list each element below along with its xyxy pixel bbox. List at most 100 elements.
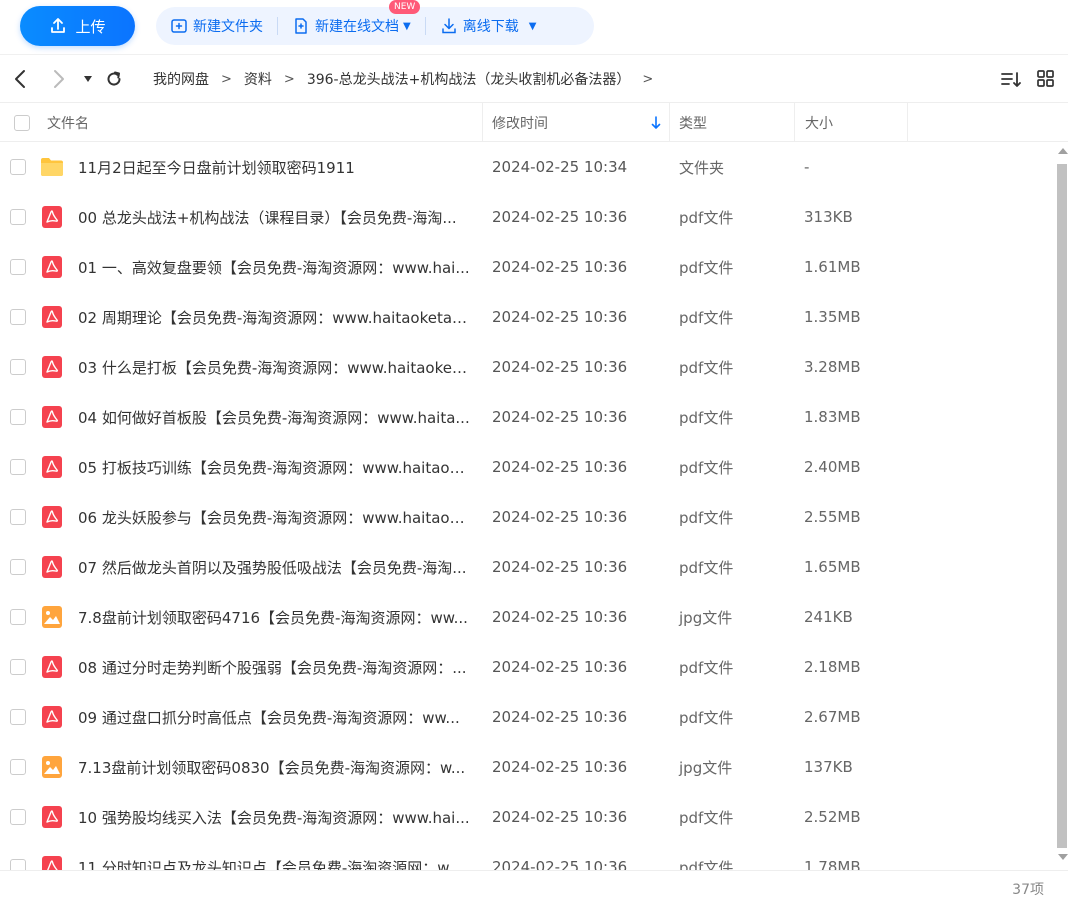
file-row[interactable]: 02 周期理论【会员免费-海淘资源网：www.haitaoketan... 202… (0, 292, 1056, 342)
row-checkbox[interactable] (10, 809, 26, 825)
row-checkbox[interactable] (10, 459, 26, 475)
row-checkbox[interactable] (10, 359, 26, 375)
breadcrumb-item[interactable]: 396-总龙头战法+机构战法（龙头收割机必备法器） (307, 69, 631, 89)
file-type: jpg文件 (679, 608, 733, 627)
new-badge: NEW (389, 0, 421, 14)
file-size: 137KB (804, 758, 853, 776)
file-name-text: 11 分时知识点及龙头知识点【会员免费-海淘资源网：w... (78, 858, 463, 871)
pdf-icon (40, 655, 64, 679)
status-footer: 37项 (0, 870, 1068, 899)
row-checkbox[interactable] (10, 859, 26, 870)
file-size: 2.40MB (804, 458, 861, 476)
file-name[interactable]: 04 如何做好首板股【会员免费-海淘资源网：www.haita... (78, 392, 470, 442)
row-checkbox[interactable] (10, 609, 26, 625)
file-name[interactable]: 08 通过分时走势判断个股强弱【会员免费-海淘资源网：... (78, 642, 470, 692)
file-row[interactable]: 03 什么是打板【会员免费-海淘资源网：www.haitaoket... 2024… (0, 342, 1056, 392)
row-checkbox[interactable] (10, 309, 26, 325)
caret-down-icon (84, 76, 92, 82)
scrollbar-thumb[interactable] (1057, 164, 1067, 848)
file-name[interactable]: 06 龙头妖股参与【会员免费-海淘资源网：www.haitaok... (78, 492, 470, 542)
checkbox[interactable] (14, 114, 30, 131)
file-name-text: 7.13盘前计划领取密码0830【会员免费-海淘资源网：w... (78, 758, 466, 777)
header-modified[interactable]: 修改时间 (492, 103, 548, 142)
file-row[interactable]: 09 通过盘口抓分时高低点【会员免费-海淘资源网：ww... 2024-02-25… (0, 692, 1056, 742)
pdf-icon (40, 405, 64, 429)
grid-view-button[interactable] (1036, 69, 1058, 91)
image-icon (40, 755, 64, 779)
file-row[interactable]: 00 总龙头战法+机构战法（课程目录）【会员免费-海淘... 2024-02-25… (0, 192, 1056, 242)
file-size: - (804, 158, 810, 176)
file-name[interactable]: 07 然后做龙头首阴以及强势股低吸战法【会员免费-海淘... (78, 542, 470, 592)
file-name[interactable]: 01 一、高效复盘要领【会员免费-海淘资源网：www.hai... (78, 242, 470, 292)
file-row[interactable]: 07 然后做龙头首阴以及强势股低吸战法【会员免费-海淘... 2024-02-25… (0, 542, 1056, 592)
row-checkbox[interactable] (10, 559, 26, 575)
header-name[interactable]: 文件名 (47, 103, 89, 142)
back-button[interactable] (8, 67, 32, 91)
pdf-icon (40, 505, 64, 529)
refresh-button[interactable] (102, 67, 126, 91)
file-name-text: 08 通过分时走势判断个股强弱【会员免费-海淘资源网：... (78, 658, 467, 677)
file-row[interactable]: 05 打板技巧训练【会员免费-海淘资源网：www.haitaok... 2024-… (0, 442, 1056, 492)
file-name-text: 7.8盘前计划领取密码4716【会员免费-海淘资源网：ww... (78, 608, 468, 627)
breadcrumb-item[interactable]: 我的网盘 (153, 69, 209, 89)
file-modified-time: 2024-02-25 10:36 (492, 808, 628, 826)
file-row[interactable]: 11月2日起至今日盘前计划领取密码1911 2024-02-25 10:34 文件夹… (0, 142, 1056, 192)
header-size[interactable]: 大小 (805, 103, 833, 142)
file-row[interactable]: 01 一、高效复盘要领【会员免费-海淘资源网：www.hai... 2024-02… (0, 242, 1056, 292)
offline-download-button[interactable]: 离线下载 ▼ (426, 7, 551, 45)
file-modified-time: 2024-02-25 10:36 (492, 658, 628, 676)
file-list: 11月2日起至今日盘前计划领取密码1911 2024-02-25 10:34 文件夹… (0, 142, 1056, 870)
file-name[interactable]: 00 总龙头战法+机构战法（课程目录）【会员免费-海淘... (78, 192, 470, 242)
file-type: pdf文件 (679, 508, 734, 527)
row-checkbox[interactable] (10, 759, 26, 775)
row-checkbox[interactable] (10, 709, 26, 725)
row-checkbox[interactable] (10, 209, 26, 225)
file-row[interactable]: 11 分时知识点及龙头知识点【会员免费-海淘资源网：w... 2024-02-25… (0, 842, 1056, 870)
scroll-up-arrow-icon[interactable] (1058, 148, 1068, 154)
breadcrumb-item[interactable]: 资料 (244, 69, 272, 89)
new-folder-button[interactable]: 新建文件夹 (156, 7, 277, 45)
file-name[interactable]: 02 周期理论【会员免费-海淘资源网：www.haitaoketan... (78, 292, 470, 342)
pdf-icon (40, 555, 64, 579)
file-name[interactable]: 05 打板技巧训练【会员免费-海淘资源网：www.haitaok... (78, 442, 470, 492)
sort-button[interactable] (1000, 69, 1022, 91)
file-row[interactable]: 7.8盘前计划领取密码4716【会员免费-海淘资源网：ww... 2024-02-… (0, 592, 1056, 642)
file-name[interactable]: 7.13盘前计划领取密码0830【会员免费-海淘资源网：w... (78, 742, 470, 792)
row-checkbox[interactable] (10, 159, 26, 175)
file-row[interactable]: 08 通过分时走势判断个股强弱【会员免费-海淘资源网：... 2024-02-25… (0, 642, 1056, 692)
column-divider (669, 103, 670, 142)
file-name[interactable]: 7.8盘前计划领取密码4716【会员免费-海淘资源网：ww... (78, 592, 470, 642)
file-size: 2.18MB (804, 658, 861, 676)
file-name[interactable]: 09 通过盘口抓分时高低点【会员免费-海淘资源网：ww... (78, 692, 470, 742)
scroll-down-arrow-icon[interactable] (1058, 854, 1068, 860)
file-row[interactable]: 06 龙头妖股参与【会员免费-海淘资源网：www.haitaok... 2024-… (0, 492, 1056, 542)
column-divider (794, 103, 795, 142)
select-all-checkbox[interactable] (14, 103, 30, 142)
upload-button[interactable]: 上传 (20, 6, 135, 46)
file-modified-time: 2024-02-25 10:36 (492, 708, 628, 726)
forward-button[interactable] (47, 67, 71, 91)
row-checkbox[interactable] (10, 659, 26, 675)
file-name-text: 10 强势股均线买入法【会员免费-海淘资源网：www.hai... (78, 808, 470, 827)
vertical-scrollbar[interactable] (1056, 142, 1068, 870)
history-dropdown-button[interactable] (76, 67, 100, 91)
file-row[interactable]: 10 强势股均线买入法【会员免费-海淘资源网：www.hai... 2024-02… (0, 792, 1056, 842)
pdf-icon (40, 455, 64, 479)
file-name[interactable]: 03 什么是打板【会员免费-海淘资源网：www.haitaoket... (78, 342, 470, 392)
upload-icon (51, 18, 66, 33)
file-modified-time: 2024-02-25 10:36 (492, 758, 628, 776)
file-name-text: 01 一、高效复盘要领【会员免费-海淘资源网：www.hai... (78, 258, 470, 277)
file-row[interactable]: 7.13盘前计划领取密码0830【会员免费-海淘资源网：w... 2024-02-… (0, 742, 1056, 792)
breadcrumb: 我的网盘 > 资料 > 396-总龙头战法+机构战法（龙头收割机必备法器） > (153, 67, 665, 91)
file-name[interactable]: 11 分时知识点及龙头知识点【会员免费-海淘资源网：w... (78, 842, 470, 871)
breadcrumb-separator-icon: > (283, 71, 295, 87)
row-checkbox[interactable] (10, 259, 26, 275)
row-checkbox[interactable] (10, 509, 26, 525)
file-row[interactable]: 04 如何做好首板股【会员免费-海淘资源网：www.haita... 2024-0… (0, 392, 1056, 442)
file-name[interactable]: 10 强势股均线买入法【会员免费-海淘资源网：www.hai... (78, 792, 470, 842)
file-size: 2.52MB (804, 808, 861, 826)
file-name[interactable]: 11月2日起至今日盘前计划领取密码1911 (78, 142, 470, 192)
header-type[interactable]: 类型 (679, 103, 707, 142)
row-checkbox[interactable] (10, 409, 26, 425)
pdf-icon (40, 205, 64, 229)
